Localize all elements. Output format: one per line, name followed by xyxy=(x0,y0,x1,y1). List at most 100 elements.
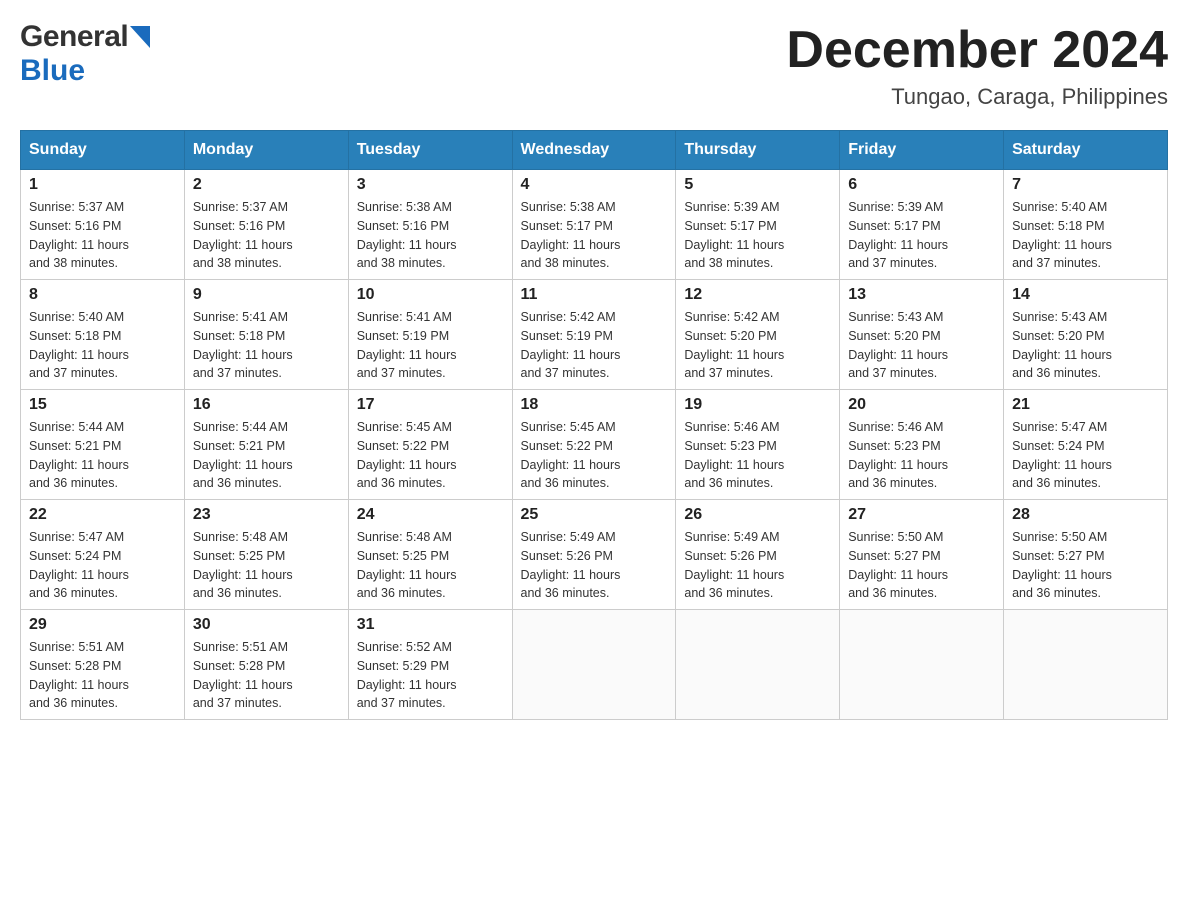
day-info: Sunrise: 5:42 AMSunset: 5:20 PMDaylight:… xyxy=(684,308,831,383)
day-info: Sunrise: 5:47 AMSunset: 5:24 PMDaylight:… xyxy=(29,528,176,603)
logo-blue-text: Blue xyxy=(20,54,85,87)
day-info: Sunrise: 5:40 AMSunset: 5:18 PMDaylight:… xyxy=(29,308,176,383)
day-number: 19 xyxy=(684,396,831,414)
calendar-day-cell: 15Sunrise: 5:44 AMSunset: 5:21 PMDayligh… xyxy=(21,390,185,500)
weekday-header-row: SundayMondayTuesdayWednesdayThursdayFrid… xyxy=(21,131,1168,170)
calendar-week-row: 15Sunrise: 5:44 AMSunset: 5:21 PMDayligh… xyxy=(21,390,1168,500)
day-info: Sunrise: 5:49 AMSunset: 5:26 PMDaylight:… xyxy=(521,528,668,603)
day-info: Sunrise: 5:50 AMSunset: 5:27 PMDaylight:… xyxy=(1012,528,1159,603)
calendar-day-cell: 4Sunrise: 5:38 AMSunset: 5:17 PMDaylight… xyxy=(512,170,676,280)
day-number: 22 xyxy=(29,506,176,524)
title-block: December 2024 Tungao, Caraga, Philippine… xyxy=(786,20,1168,110)
day-number: 24 xyxy=(357,506,504,524)
calendar-day-cell: 30 Sunrise: 5:51 AMSunset: 5:28 PMDayligh… xyxy=(184,610,348,720)
calendar-day-cell xyxy=(676,610,840,720)
calendar-day-cell: 5 Sunrise: 5:39 AMSunset: 5:17 PMDaylight… xyxy=(676,170,840,280)
calendar-day-cell: 24 Sunrise: 5:48 AMSunset: 5:25 PMDayligh… xyxy=(348,500,512,610)
calendar-day-cell: 28Sunrise: 5:50 AMSunset: 5:27 PMDayligh… xyxy=(1004,500,1168,610)
day-info: Sunrise: 5:51 AMSunset: 5:28 PMDaylight:… xyxy=(193,638,340,713)
calendar-day-cell: 9 Sunrise: 5:41 AMSunset: 5:18 PMDaylight… xyxy=(184,280,348,390)
calendar-week-row: 29 Sunrise: 5:51 AMSunset: 5:28 PMDayligh… xyxy=(21,610,1168,720)
calendar-day-cell: 25 Sunrise: 5:49 AMSunset: 5:26 PMDayligh… xyxy=(512,500,676,610)
day-info: Sunrise: 5:43 AMSunset: 5:20 PMDaylight:… xyxy=(1012,308,1159,383)
calendar-week-row: 8Sunrise: 5:40 AMSunset: 5:18 PMDaylight… xyxy=(21,280,1168,390)
location-title: Tungao, Caraga, Philippines xyxy=(786,84,1168,110)
day-info: Sunrise: 5:38 AMSunset: 5:16 PMDaylight:… xyxy=(357,198,504,273)
day-number: 29 xyxy=(29,616,176,634)
day-number: 27 xyxy=(848,506,995,524)
day-info: Sunrise: 5:50 AMSunset: 5:27 PMDaylight:… xyxy=(848,528,995,603)
day-info: Sunrise: 5:44 AMSunset: 5:21 PMDaylight:… xyxy=(193,418,340,493)
calendar-body: 1 Sunrise: 5:37 AMSunset: 5:16 PMDaylight… xyxy=(21,170,1168,720)
weekday-header-friday: Friday xyxy=(840,131,1004,170)
calendar-day-cell xyxy=(512,610,676,720)
logo-arrow-icon xyxy=(130,26,150,48)
month-title: December 2024 xyxy=(786,20,1168,80)
day-number: 17 xyxy=(357,396,504,414)
day-info: Sunrise: 5:45 AMSunset: 5:22 PMDaylight:… xyxy=(521,418,668,493)
day-number: 25 xyxy=(521,506,668,524)
calendar-day-cell: 6 Sunrise: 5:39 AMSunset: 5:17 PMDaylight… xyxy=(840,170,1004,280)
calendar-day-cell: 13 Sunrise: 5:43 AMSunset: 5:20 PMDayligh… xyxy=(840,280,1004,390)
calendar-day-cell: 11 Sunrise: 5:42 AMSunset: 5:19 PMDayligh… xyxy=(512,280,676,390)
calendar-day-cell: 2Sunrise: 5:37 AMSunset: 5:16 PMDaylight… xyxy=(184,170,348,280)
calendar-day-cell: 17Sunrise: 5:45 AMSunset: 5:22 PMDayligh… xyxy=(348,390,512,500)
day-info: Sunrise: 5:41 AMSunset: 5:18 PMDaylight:… xyxy=(193,308,340,383)
day-number: 11 xyxy=(521,286,668,304)
weekday-header-tuesday: Tuesday xyxy=(348,131,512,170)
calendar-week-row: 22 Sunrise: 5:47 AMSunset: 5:24 PMDayligh… xyxy=(21,500,1168,610)
day-number: 7 xyxy=(1012,176,1159,194)
day-number: 16 xyxy=(193,396,340,414)
day-number: 18 xyxy=(521,396,668,414)
weekday-header-monday: Monday xyxy=(184,131,348,170)
calendar-day-cell: 3Sunrise: 5:38 AMSunset: 5:16 PMDaylight… xyxy=(348,170,512,280)
logo: General Blue xyxy=(20,20,150,88)
day-info: Sunrise: 5:43 AMSunset: 5:20 PMDaylight:… xyxy=(848,308,995,383)
day-number: 13 xyxy=(848,286,995,304)
calendar-day-cell: 20Sunrise: 5:46 AMSunset: 5:23 PMDayligh… xyxy=(840,390,1004,500)
calendar-table: SundayMondayTuesdayWednesdayThursdayFrid… xyxy=(20,130,1168,720)
day-info: Sunrise: 5:44 AMSunset: 5:21 PMDaylight:… xyxy=(29,418,176,493)
day-info: Sunrise: 5:37 AMSunset: 5:16 PMDaylight:… xyxy=(29,198,176,273)
calendar-header: SundayMondayTuesdayWednesdayThursdayFrid… xyxy=(21,131,1168,170)
calendar-day-cell: 18 Sunrise: 5:45 AMSunset: 5:22 PMDayligh… xyxy=(512,390,676,500)
day-number: 23 xyxy=(193,506,340,524)
calendar-day-cell: 8Sunrise: 5:40 AMSunset: 5:18 PMDaylight… xyxy=(21,280,185,390)
calendar-day-cell: 26Sunrise: 5:49 AMSunset: 5:26 PMDayligh… xyxy=(676,500,840,610)
day-info: Sunrise: 5:40 AMSunset: 5:18 PMDaylight:… xyxy=(1012,198,1159,273)
day-number: 9 xyxy=(193,286,340,304)
calendar-day-cell: 12Sunrise: 5:42 AMSunset: 5:20 PMDayligh… xyxy=(676,280,840,390)
day-info: Sunrise: 5:47 AMSunset: 5:24 PMDaylight:… xyxy=(1012,418,1159,493)
calendar-week-row: 1 Sunrise: 5:37 AMSunset: 5:16 PMDaylight… xyxy=(21,170,1168,280)
calendar-day-cell xyxy=(1004,610,1168,720)
day-number: 30 xyxy=(193,616,340,634)
day-number: 20 xyxy=(848,396,995,414)
weekday-header-thursday: Thursday xyxy=(676,131,840,170)
day-info: Sunrise: 5:39 AMSunset: 5:17 PMDaylight:… xyxy=(684,198,831,273)
day-info: Sunrise: 5:48 AMSunset: 5:25 PMDaylight:… xyxy=(357,528,504,603)
day-number: 14 xyxy=(1012,286,1159,304)
page-header: General Blue December 2024 Tungao, Carag… xyxy=(20,20,1168,110)
day-number: 5 xyxy=(684,176,831,194)
day-info: Sunrise: 5:38 AMSunset: 5:17 PMDaylight:… xyxy=(521,198,668,273)
day-number: 31 xyxy=(357,616,504,634)
day-info: Sunrise: 5:46 AMSunset: 5:23 PMDaylight:… xyxy=(684,418,831,493)
calendar-day-cell: 31 Sunrise: 5:52 AMSunset: 5:29 PMDayligh… xyxy=(348,610,512,720)
calendar-day-cell: 23Sunrise: 5:48 AMSunset: 5:25 PMDayligh… xyxy=(184,500,348,610)
day-number: 6 xyxy=(848,176,995,194)
day-number: 1 xyxy=(29,176,176,194)
day-info: Sunrise: 5:42 AMSunset: 5:19 PMDaylight:… xyxy=(521,308,668,383)
day-number: 26 xyxy=(684,506,831,524)
day-info: Sunrise: 5:41 AMSunset: 5:19 PMDaylight:… xyxy=(357,308,504,383)
day-info: Sunrise: 5:37 AMSunset: 5:16 PMDaylight:… xyxy=(193,198,340,273)
day-info: Sunrise: 5:39 AMSunset: 5:17 PMDaylight:… xyxy=(848,198,995,273)
day-number: 21 xyxy=(1012,396,1159,414)
calendar-day-cell: 27 Sunrise: 5:50 AMSunset: 5:27 PMDayligh… xyxy=(840,500,1004,610)
calendar-day-cell: 29 Sunrise: 5:51 AMSunset: 5:28 PMDayligh… xyxy=(21,610,185,720)
calendar-day-cell xyxy=(840,610,1004,720)
day-info: Sunrise: 5:52 AMSunset: 5:29 PMDaylight:… xyxy=(357,638,504,713)
logo-general-text: General xyxy=(20,20,128,54)
calendar-day-cell: 10Sunrise: 5:41 AMSunset: 5:19 PMDayligh… xyxy=(348,280,512,390)
calendar-day-cell: 1 Sunrise: 5:37 AMSunset: 5:16 PMDaylight… xyxy=(21,170,185,280)
day-info: Sunrise: 5:51 AMSunset: 5:28 PMDaylight:… xyxy=(29,638,176,713)
